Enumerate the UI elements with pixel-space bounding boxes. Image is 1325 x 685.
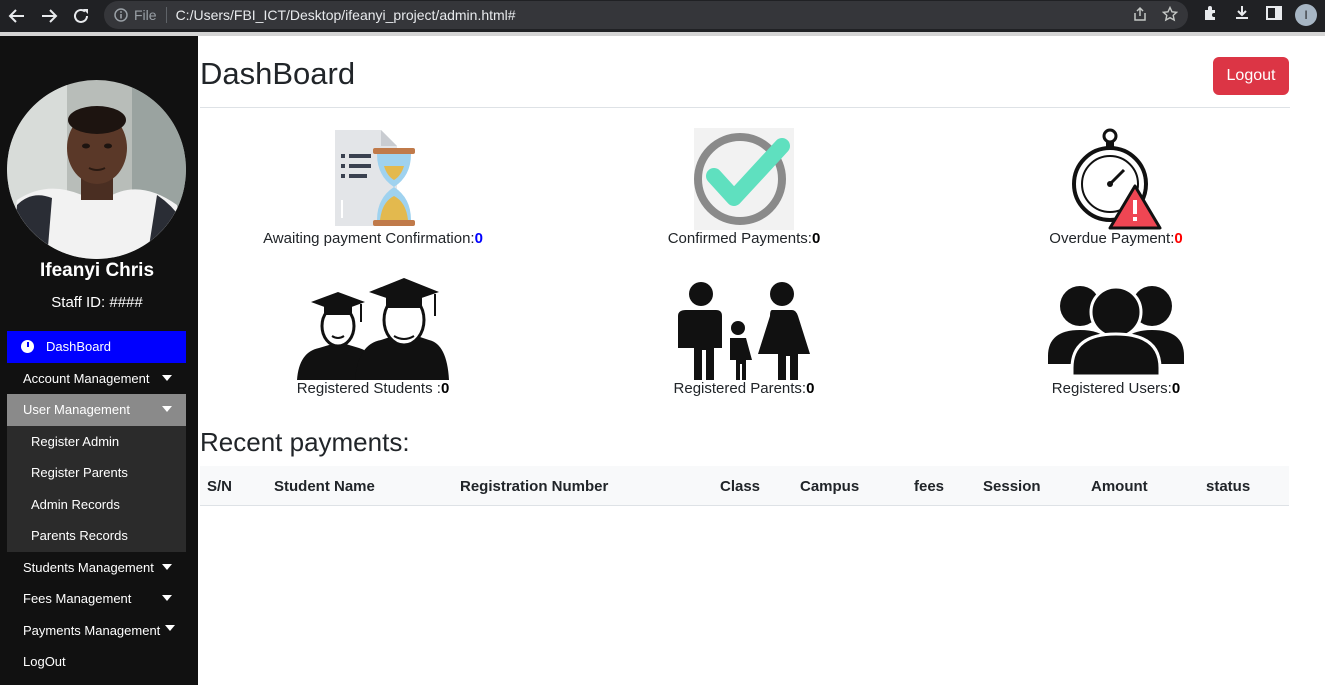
- stat-value: 0: [806, 380, 815, 397]
- stat-card-parents: Registered Parents: 0: [594, 278, 894, 398]
- stat-value: 0: [474, 230, 483, 247]
- stat-value: 0: [1174, 230, 1183, 247]
- sidebar-item-label: Register Parents: [31, 465, 128, 481]
- sidebar-item-payments-management[interactable]: Payments Management: [7, 615, 186, 647]
- download-icon[interactable]: [1233, 4, 1251, 22]
- reload-button[interactable]: [65, 0, 97, 32]
- stat-value: 0: [440, 380, 450, 397]
- sidebar-item-register-parents[interactable]: Register Parents: [7, 457, 186, 489]
- reload-icon: [74, 8, 88, 23]
- sidebar-item-label: Students Management: [23, 559, 154, 575]
- back-button[interactable]: [1, 0, 33, 32]
- column-header[interactable]: status: [1206, 478, 1250, 495]
- user-name: Ifeanyi Chris: [39, 260, 155, 281]
- avatar: [7, 80, 186, 259]
- stat-value: 0: [811, 230, 821, 247]
- sidebar-item-logout[interactable]: LogOut: [7, 646, 186, 678]
- page-title: DashBoard: [200, 56, 356, 91]
- stat-label: Registered Users:: [1051, 380, 1172, 397]
- stat-label: Registered Students :: [296, 380, 441, 397]
- sidebar-item-label: Account Management: [23, 370, 150, 386]
- hourglass-document-icon: [335, 130, 415, 226]
- stat-label: Registered Parents:: [673, 380, 807, 397]
- forward-button[interactable]: [33, 0, 65, 32]
- column-header[interactable]: Student Name: [274, 478, 375, 495]
- stat-card-users: Registered Users: 0: [966, 278, 1266, 398]
- sidebar-menu: DashBoard Account Management User Manage…: [7, 331, 186, 678]
- stat-card-overdue: Overdue Payment: 0: [966, 128, 1266, 248]
- sidebar-item-admin-records[interactable]: Admin Records: [7, 488, 186, 520]
- extensions-icon[interactable]: [1202, 4, 1220, 22]
- sidebar-item-students-management[interactable]: Students Management: [7, 552, 186, 584]
- sidebar-item-fees-management[interactable]: Fees Management: [7, 583, 186, 615]
- divider: [200, 107, 1290, 108]
- info-icon[interactable]: [114, 8, 128, 22]
- chevron-down-icon: [162, 563, 172, 570]
- users-group-icon: [1048, 285, 1184, 378]
- payments-table-header: S/N Student Name Registration Number Cla…: [200, 466, 1289, 506]
- stat-value: 0: [1171, 380, 1181, 397]
- profile-avatar[interactable]: I: [1295, 4, 1317, 26]
- column-header[interactable]: Campus: [800, 478, 859, 495]
- divider: [165, 7, 167, 23]
- star-icon[interactable]: [1162, 6, 1178, 22]
- sidebar-item-parents-records[interactable]: Parents Records: [7, 520, 186, 552]
- column-header[interactable]: Session: [983, 478, 1041, 495]
- arrow-left-icon: [8, 9, 24, 23]
- sidebar-item-label: Parents Records: [31, 528, 128, 544]
- family-icon: [678, 282, 810, 380]
- logout-button[interactable]: Logout: [1213, 57, 1289, 95]
- chevron-down-icon: [162, 406, 172, 412]
- sidebar-item-dashboard[interactable]: DashBoard: [7, 331, 186, 363]
- stat-label: Overdue Payment:: [1049, 230, 1175, 247]
- stat-card-confirmed: Confirmed Payments: 0: [594, 128, 894, 248]
- chevron-down-icon: [165, 624, 175, 631]
- address-bar[interactable]: File C:/Users/FBI_ICT/Desktop/ifeanyi_pr…: [104, 1, 1188, 29]
- sidebar-item-register-admin[interactable]: Register Admin: [7, 425, 186, 457]
- sidebar-item-label: Admin Records: [31, 496, 120, 512]
- recent-payments-title: Recent payments:: [200, 427, 410, 457]
- column-header[interactable]: Registration Number: [460, 478, 608, 495]
- chevron-down-icon: [162, 374, 172, 381]
- column-header[interactable]: fees: [914, 478, 944, 495]
- staff-id: Staff ID: ####: [51, 294, 143, 311]
- sidebar-item-label: Register Admin: [31, 433, 120, 449]
- file-label: File: [134, 7, 157, 23]
- arrow-right-icon: [42, 9, 58, 23]
- sidebar: Ifeanyi Chris Staff ID: #### DashBoard A…: [0, 36, 198, 685]
- dashboard-icon: [21, 340, 34, 354]
- graduates-icon: [297, 278, 449, 380]
- column-header[interactable]: S/N: [207, 478, 232, 495]
- stat-label: Confirmed Payments:: [667, 230, 812, 247]
- side-panel-icon[interactable]: [1265, 4, 1283, 22]
- sidebar-item-label: LogOut: [23, 654, 66, 670]
- chevron-down-icon: [162, 595, 172, 601]
- sidebar-item-label: Payments Management: [23, 622, 161, 638]
- share-icon[interactable]: [1132, 6, 1148, 22]
- stopwatch-warning-icon: [1072, 128, 1162, 230]
- sidebar-item-account-management[interactable]: Account Management: [7, 363, 186, 395]
- stat-label: Awaiting payment Confirmation:: [263, 230, 475, 247]
- sidebar-item-label: DashBoard: [46, 339, 112, 355]
- sidebar-item-label: User Management: [23, 402, 130, 418]
- divider: [0, 32, 1325, 36]
- column-header[interactable]: Amount: [1091, 478, 1148, 495]
- checkmark-icon: [694, 128, 794, 230]
- column-header[interactable]: Class: [720, 478, 760, 495]
- stat-card-students: Registered Students : 0: [223, 278, 523, 398]
- sidebar-item-label: Fees Management: [23, 591, 132, 607]
- stat-card-awaiting: Awaiting payment Confirmation: 0: [223, 128, 523, 248]
- browser-toolbar: File C:/Users/FBI_ICT/Desktop/ifeanyi_pr…: [0, 0, 1325, 32]
- url-text[interactable]: C:/Users/FBI_ICT/Desktop/ifeanyi_project…: [176, 7, 516, 23]
- sidebar-item-user-management[interactable]: User Management: [7, 394, 186, 426]
